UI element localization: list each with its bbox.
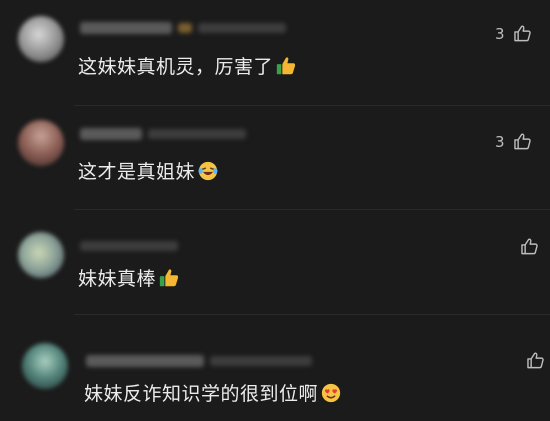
comment-meta: [86, 355, 312, 367]
like-button[interactable]: 3: [495, 132, 532, 151]
comment-meta: [80, 240, 178, 252]
thumbs-up-outline-icon: [521, 238, 538, 255]
avatar[interactable]: [18, 232, 64, 278]
like-button[interactable]: [518, 351, 545, 370]
thumbs-up-outline-icon: [513, 25, 531, 42]
comment-text-content: 这才是真姐妹: [78, 161, 196, 183]
avatar[interactable]: [18, 16, 64, 62]
comment-text: 妹妹反诈知识学的很到位啊: [84, 381, 342, 407]
thumbs-up-outline-icon: [513, 133, 531, 150]
comment-text-content: 妹妹反诈知识学的很到位啊: [84, 383, 319, 405]
comment-text: 妹妹真棒: [78, 266, 180, 292]
comment-text: 这才是真姐妹: [78, 159, 219, 185]
comment-item: 这妹妹真机灵，厉害了 3: [0, 0, 550, 105]
comment-list: 这妹妹真机灵，厉害了 3 这才是真姐妹 3 妹妹真棒 妹妹反诈知识学的很到位啊: [0, 0, 550, 421]
thumbs-up-outline-icon: [527, 352, 544, 369]
like-button[interactable]: [512, 237, 539, 256]
comment-text-content: 妹妹真棒: [78, 268, 157, 290]
heart-eyes-face-icon: [321, 383, 341, 403]
comment-meta: [80, 22, 286, 34]
comment-meta: [80, 128, 246, 140]
like-count: 3: [495, 132, 505, 151]
comment-item: 妹妹真棒: [0, 210, 550, 314]
avatar[interactable]: [18, 120, 64, 166]
comment-text-content: 这妹妹真机灵，厉害了: [78, 56, 274, 78]
thumbs-up-icon: [159, 269, 179, 287]
comment-item: 这才是真姐妹 3: [0, 106, 550, 209]
avatar[interactable]: [22, 343, 68, 389]
thumbs-up-icon: [276, 57, 296, 75]
like-count: 3: [495, 24, 505, 43]
laughing-crying-face-icon: [198, 161, 218, 181]
like-button[interactable]: 3: [495, 24, 532, 43]
comment-item: 妹妹反诈知识学的很到位啊: [0, 315, 550, 421]
comment-text: 这妹妹真机灵，厉害了: [78, 54, 297, 80]
